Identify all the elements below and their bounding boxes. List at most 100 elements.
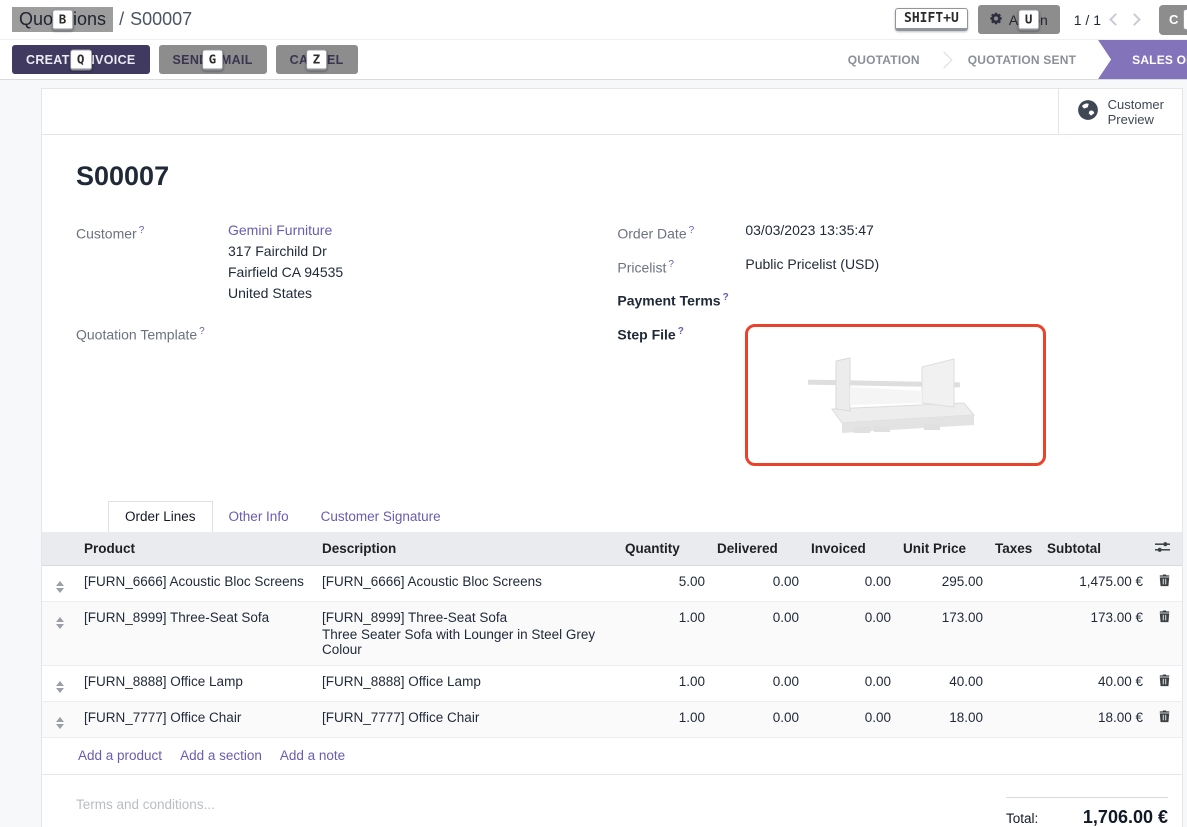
clipped-edge-button-label: C: [1169, 12, 1178, 27]
delete-row-icon[interactable]: [1159, 575, 1170, 590]
statusbar: QUOTATION QUOTATION SENT SALES ORDER: [832, 40, 1187, 79]
breadcrumb-quotations[interactable]: Quotations B: [12, 7, 113, 32]
table-header-row: Product Description Quantity Delivered I…: [42, 532, 1182, 566]
column-quantity[interactable]: Quantity: [619, 532, 711, 566]
column-product[interactable]: Product: [78, 532, 316, 566]
cell-delivered[interactable]: 0.00: [711, 601, 805, 665]
table-row[interactable]: [FURN_7777] Office Chair [FURN_7777] Off…: [42, 701, 1182, 737]
cell-subtotal: 18.00 €: [1041, 701, 1149, 737]
delete-row-icon[interactable]: [1159, 711, 1170, 726]
order-date-value[interactable]: 03/03/2023 13:35:47: [745, 220, 873, 245]
cell-description[interactable]: [FURN_8888] Office Lamp: [316, 665, 619, 701]
cell-product[interactable]: [FURN_7777] Office Chair: [78, 701, 316, 737]
cell-invoiced[interactable]: 0.00: [805, 565, 897, 601]
status-sales-order[interactable]: SALES ORDER: [1098, 40, 1187, 79]
create-invoice-button[interactable]: CREATE INVOICE Q: [12, 45, 150, 74]
status-quotation-sent[interactable]: QUOTATION SENT: [952, 40, 1092, 79]
pager-previous-button[interactable]: [1109, 13, 1122, 26]
tab-bar: Order Lines Other Info Customer Signatur…: [76, 501, 1148, 532]
order-date-label: Order Date?: [617, 220, 745, 245]
handle-column-header: [42, 532, 78, 566]
cell-description[interactable]: [FURN_7777] Office Chair: [316, 701, 619, 737]
drag-handle-icon[interactable]: [48, 681, 64, 693]
cell-product[interactable]: [FURN_8999] Three-Seat Sofa: [78, 601, 316, 665]
column-unit-price[interactable]: Unit Price: [897, 532, 989, 566]
table-row[interactable]: [FURN_8888] Office Lamp [FURN_8888] Offi…: [42, 665, 1182, 701]
cancel-button[interactable]: CANCEL Z: [276, 45, 358, 74]
clipped-edge-button[interactable]: C: [1159, 5, 1187, 35]
column-delivered[interactable]: Delivered: [711, 532, 805, 566]
cell-invoiced[interactable]: 0.00: [805, 665, 897, 701]
drag-handle-icon[interactable]: [48, 581, 64, 593]
optional-columns-icon[interactable]: [1155, 541, 1170, 556]
delete-row-icon[interactable]: [1159, 611, 1170, 626]
tab-other-info[interactable]: Other Info: [213, 502, 305, 532]
cell-taxes[interactable]: [989, 565, 1041, 601]
cell-product[interactable]: [FURN_6666] Acoustic Bloc Screens: [78, 565, 316, 601]
cell-unit-price[interactable]: 295.00: [897, 565, 989, 601]
add-a-note-link[interactable]: Add a note: [280, 748, 345, 763]
pager-next-button[interactable]: [1128, 13, 1141, 26]
sale-order-screen: Quotations B / S00007 SHIFT+U Action U 1…: [0, 0, 1187, 827]
help-icon: ?: [668, 259, 674, 270]
quotation-template-label: Quotation Template?: [76, 321, 228, 346]
cell-taxes[interactable]: [989, 665, 1041, 701]
table-footer-links: Add a product Add a section Add a note: [42, 738, 1182, 775]
tab-customer-signature[interactable]: Customer Signature: [305, 502, 457, 532]
table-row[interactable]: [FURN_6666] Acoustic Bloc Screens [FURN_…: [42, 565, 1182, 601]
cell-description[interactable]: [FURN_8999] Three-Seat Sofa Three Seater…: [316, 601, 619, 665]
record-title: S00007: [76, 161, 1148, 192]
add-a-product-link[interactable]: Add a product: [78, 748, 162, 763]
column-description[interactable]: Description: [316, 532, 619, 566]
cell-unit-price[interactable]: 40.00: [897, 665, 989, 701]
cell-quantity[interactable]: 1.00: [619, 701, 711, 737]
help-icon: ?: [139, 225, 145, 236]
terms-and-conditions-placeholder[interactable]: Terms and conditions...: [76, 797, 215, 812]
left-field-column: Customer? Gemini Furniture 317 Fairchild…: [76, 220, 617, 475]
delete-row-icon[interactable]: [1159, 675, 1170, 690]
cell-quantity[interactable]: 5.00: [619, 565, 711, 601]
customer-value: Gemini Furniture 317 Fairchild Dr Fairfi…: [228, 220, 343, 304]
pricelist-label: Pricelist?: [617, 254, 745, 279]
cell-delivered[interactable]: 0.00: [711, 665, 805, 701]
cell-quantity[interactable]: 1.00: [619, 601, 711, 665]
tab-order-lines[interactable]: Order Lines: [108, 501, 213, 532]
order-lines-table: Product Description Quantity Delivered I…: [42, 532, 1182, 738]
cell-invoiced[interactable]: 0.00: [805, 601, 897, 665]
customer-address-line: 317 Fairchild Dr: [228, 241, 343, 262]
drag-handle-icon[interactable]: [48, 617, 64, 629]
column-invoiced[interactable]: Invoiced: [805, 532, 897, 566]
total-amount: 1,706.00 €: [1083, 807, 1168, 827]
field-payment-terms: Payment Terms?: [617, 287, 1148, 312]
column-taxes[interactable]: Taxes: [989, 532, 1041, 566]
cell-unit-price[interactable]: 173.00: [897, 601, 989, 665]
cell-description[interactable]: [FURN_6666] Acoustic Bloc Screens: [316, 565, 619, 601]
topbar-right: SHIFT+U Action U 1 / 1 C: [895, 5, 1187, 35]
notebook: Order Lines Other Info Customer Signatur…: [76, 501, 1148, 532]
cell-taxes[interactable]: [989, 601, 1041, 665]
table-row[interactable]: [FURN_8999] Three-Seat Sofa [FURN_8999] …: [42, 601, 1182, 665]
add-a-section-link[interactable]: Add a section: [180, 748, 262, 763]
field-customer: Customer? Gemini Furniture 317 Fairchild…: [76, 220, 617, 304]
step-file-image[interactable]: [745, 324, 1046, 466]
customer-preview-button[interactable]: Customer Preview: [1058, 89, 1182, 134]
customer-link[interactable]: Gemini Furniture: [228, 222, 332, 238]
cell-unit-price[interactable]: 18.00: [897, 701, 989, 737]
customer-label: Customer?: [76, 220, 228, 304]
drag-handle-icon[interactable]: [48, 717, 64, 729]
status-quotation[interactable]: QUOTATION: [832, 40, 936, 79]
cell-taxes[interactable]: [989, 701, 1041, 737]
cell-invoiced[interactable]: 0.00: [805, 701, 897, 737]
cell-product[interactable]: [FURN_8888] Office Lamp: [78, 665, 316, 701]
cell-delivered[interactable]: 0.00: [711, 565, 805, 601]
column-subtotal[interactable]: Subtotal: [1041, 532, 1149, 566]
cell-delivered[interactable]: 0.00: [711, 701, 805, 737]
send-email-button[interactable]: SEND EMAIL G: [159, 45, 267, 74]
field-columns: Customer? Gemini Furniture 317 Fairchild…: [76, 220, 1148, 475]
sheet-button-row: Customer Preview: [42, 89, 1182, 135]
cell-quantity[interactable]: 1.00: [619, 665, 711, 701]
payment-terms-label: Payment Terms?: [617, 287, 745, 312]
pricelist-value[interactable]: Public Pricelist (USD): [745, 254, 879, 279]
action-menu-button[interactable]: Action U: [978, 5, 1060, 34]
cell-subtotal: 173.00 €: [1041, 601, 1149, 665]
